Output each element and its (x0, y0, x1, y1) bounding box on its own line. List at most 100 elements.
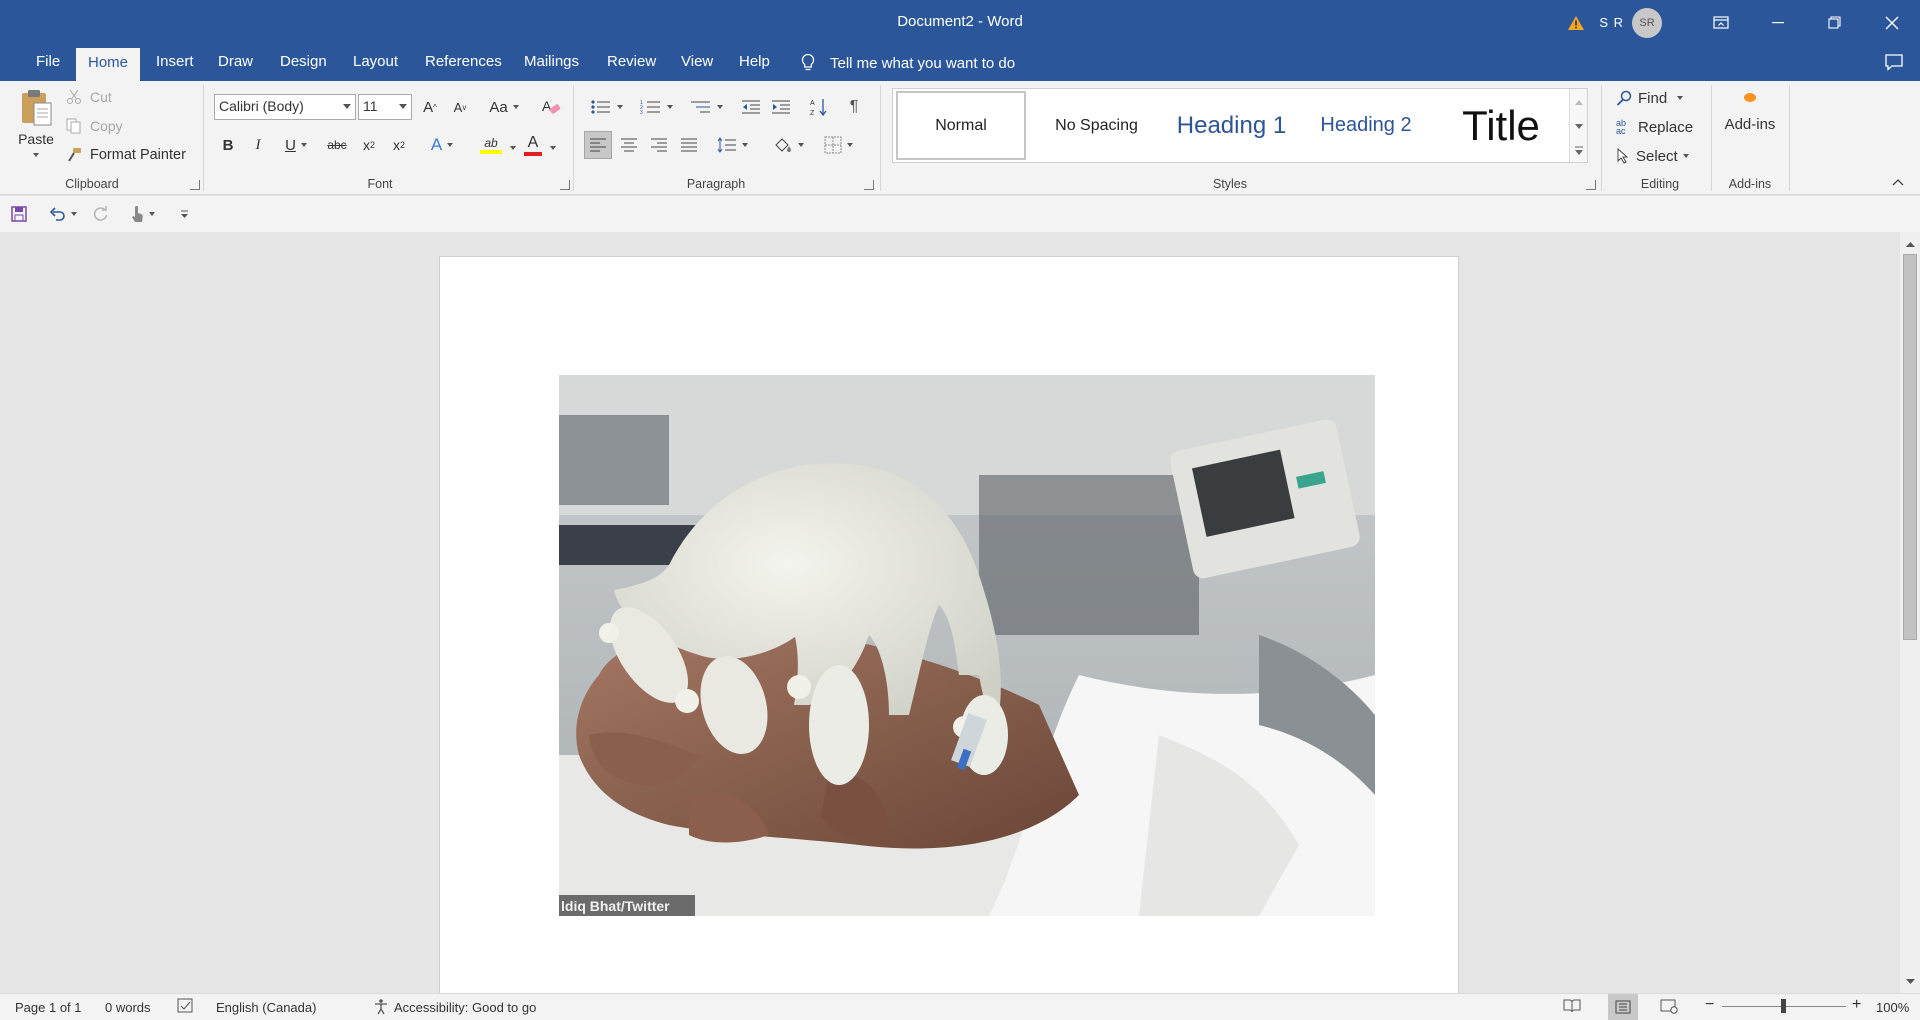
style-normal[interactable]: Normal (896, 91, 1026, 160)
minimize-button[interactable] (1749, 0, 1806, 45)
tab-mailings[interactable]: Mailings (512, 45, 591, 81)
document-page[interactable]: ldiq Bhat/Twitter (439, 256, 1459, 993)
shading-button[interactable] (768, 131, 808, 159)
change-case-button[interactable]: Aa (484, 94, 524, 120)
shrink-font-button[interactable]: Av (450, 94, 470, 120)
strikethrough-button[interactable]: abc (322, 133, 352, 157)
font-color-dropdown[interactable] (548, 143, 558, 153)
touch-mode-button[interactable] (122, 204, 162, 224)
tab-home[interactable]: Home (76, 48, 141, 81)
align-right-button[interactable] (646, 131, 672, 159)
italic-button[interactable]: I (248, 133, 268, 157)
print-layout-button[interactable] (1608, 994, 1638, 1020)
copy-button[interactable]: Copy (66, 115, 123, 137)
zoom-in-button[interactable]: + (1852, 996, 1861, 1014)
style-heading-1[interactable]: Heading 1 (1165, 91, 1298, 160)
gallery-down-button[interactable] (1570, 115, 1587, 137)
justify-button[interactable] (676, 131, 702, 159)
gallery-up-button[interactable] (1570, 91, 1587, 113)
ribbon-display-options-button[interactable] (1692, 0, 1749, 45)
style-title[interactable]: Title (1433, 91, 1569, 160)
sort-icon: AZ (810, 99, 827, 117)
comments-icon[interactable] (1884, 53, 1904, 71)
text-effects-button[interactable]: A (424, 133, 460, 157)
proofing-icon[interactable] (177, 998, 195, 1017)
add-ins-button[interactable]: Add-ins (1720, 93, 1780, 133)
find-button[interactable]: Find (1616, 86, 1684, 110)
style-no-spacing[interactable]: No Spacing (1030, 91, 1163, 160)
tab-references[interactable]: References (413, 45, 514, 81)
inserted-picture[interactable]: ldiq Bhat/Twitter (559, 375, 1375, 916)
styles-launcher-icon[interactable] (1586, 180, 1596, 190)
tab-layout[interactable]: Layout (341, 45, 410, 81)
tell-me-search[interactable]: Tell me what you want to do (800, 45, 1015, 81)
gallery-more-button[interactable] (1570, 139, 1587, 161)
tab-view[interactable]: View (669, 45, 725, 81)
bullets-button[interactable] (586, 94, 626, 120)
word-count[interactable]: 0 words (105, 1000, 151, 1015)
replace-button[interactable]: ab ac Replace (1616, 115, 1693, 139)
scroll-down-button[interactable] (1901, 973, 1919, 989)
underline-button[interactable]: U (278, 133, 314, 157)
paragraph-launcher-icon[interactable] (864, 180, 874, 190)
clear-formatting-button[interactable]: A (538, 94, 564, 120)
scroll-up-button[interactable] (1901, 236, 1919, 252)
language[interactable]: English (Canada) (216, 1000, 316, 1015)
superscript-button[interactable]: x2 (388, 133, 410, 157)
line-spacing-button[interactable] (712, 131, 752, 159)
select-button[interactable]: Select (1616, 144, 1689, 168)
decrease-indent-button[interactable] (738, 94, 764, 120)
web-layout-button[interactable] (1660, 998, 1678, 1017)
zoom-slider-thumb[interactable] (1781, 999, 1786, 1013)
increase-indent-button[interactable] (768, 94, 794, 120)
vertical-scrollbar[interactable] (1900, 232, 1920, 993)
clipboard-launcher-icon[interactable] (190, 180, 200, 190)
grow-font-button[interactable]: A ^ (420, 94, 440, 120)
tab-design[interactable]: Design (268, 45, 339, 81)
redo-button[interactable] (90, 204, 112, 224)
style-heading-2[interactable]: Heading 2 (1299, 91, 1433, 160)
cut-button[interactable]: Cut (66, 86, 112, 108)
restore-button[interactable] (1806, 0, 1863, 45)
tab-file[interactable]: File (24, 45, 72, 81)
user-name[interactable]: S R (1599, 15, 1624, 30)
find-label: Find (1638, 89, 1668, 107)
bold-button[interactable]: B (218, 133, 238, 157)
font-launcher-icon[interactable] (560, 180, 570, 190)
show-formatting-marks-button[interactable]: ¶ (842, 94, 866, 120)
tab-draw[interactable]: Draw (206, 45, 265, 81)
close-button[interactable] (1863, 0, 1920, 45)
multilevel-list-button[interactable] (686, 94, 726, 120)
read-mode-button[interactable] (1563, 998, 1581, 1017)
avatar[interactable]: SR (1632, 7, 1662, 38)
warning-icon[interactable] (1567, 15, 1585, 31)
sort-button[interactable]: AZ (806, 94, 832, 120)
scroll-thumb[interactable] (1903, 254, 1917, 640)
format-painter-button[interactable]: Format Painter (66, 144, 186, 166)
chevron-down-icon (447, 143, 454, 147)
tab-review[interactable]: Review (595, 45, 668, 81)
zoom-out-button[interactable]: − (1705, 996, 1714, 1014)
tab-help[interactable]: Help (727, 45, 782, 81)
paste-button[interactable]: Paste (14, 87, 58, 179)
font-name-box[interactable]: Calibri (Body) (214, 94, 356, 120)
chevron-down-icon (343, 104, 351, 109)
collapse-ribbon-button[interactable] (1890, 175, 1906, 189)
font-color-button[interactable]: A (520, 131, 546, 159)
align-center-button[interactable] (616, 131, 642, 159)
tab-insert[interactable]: Insert (144, 45, 206, 81)
undo-button[interactable] (42, 204, 82, 224)
zoom-level[interactable]: 100% (1876, 1000, 1909, 1015)
save-button[interactable] (8, 204, 30, 224)
align-left-button[interactable] (584, 131, 612, 159)
subscript-button[interactable]: x2 (358, 133, 380, 157)
font-size-box[interactable]: 11 (358, 94, 412, 120)
customize-qat-button[interactable] (176, 204, 192, 224)
read-mode-icon (1563, 999, 1581, 1013)
page-count[interactable]: Page 1 of 1 (15, 1000, 82, 1015)
highlight-dropdown[interactable] (508, 143, 518, 153)
highlight-button[interactable]: ab (470, 131, 512, 159)
numbering-button[interactable]: 123 (636, 94, 676, 120)
accessibility-status[interactable]: Accessibility: Good to go (372, 998, 536, 1016)
borders-button[interactable] (818, 131, 858, 159)
